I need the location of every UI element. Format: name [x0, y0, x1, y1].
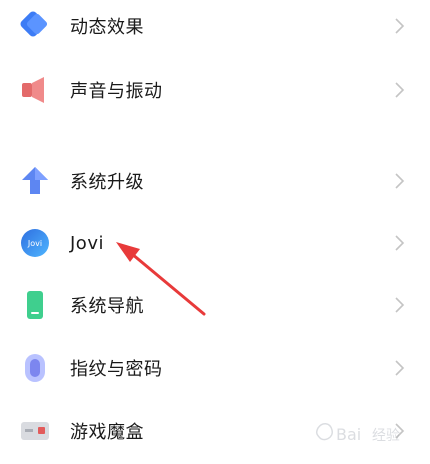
chevron-right-icon [395, 235, 405, 251]
speaker-icon [18, 73, 52, 107]
upload-arrow-icon [18, 164, 52, 198]
game-box-icon [18, 414, 52, 448]
fingerprint-icon [18, 351, 52, 385]
svg-text:经验: 经验 [372, 428, 400, 444]
svg-text:Bai: Bai [336, 425, 361, 444]
settings-item-label: 系统升级 [70, 172, 144, 193]
settings-item-label: 指纹与密码 [70, 359, 163, 380]
settings-item-label: 声音与振动 [70, 81, 163, 102]
chevron-right-icon [395, 82, 405, 98]
baidu-jingyan-watermark: Bai 经验 [315, 423, 400, 444]
settings-item-dynamic-effects[interactable]: 动态效果 [0, 0, 430, 56]
phone-icon [18, 288, 52, 322]
chevron-right-icon [395, 18, 405, 34]
settings-item-jovi[interactable]: Jovi Jovi [0, 213, 430, 273]
settings-item-system-update[interactable]: 系统升级 [0, 151, 430, 211]
settings-list: 动态效果 声音与振动 系统升级 Jovi Jovi 系统导航 指纹与密码 游戏魔… [0, 0, 430, 464]
chevron-right-icon [395, 297, 405, 313]
jovi-icon-text: Jovi [27, 239, 42, 248]
chevron-right-icon [395, 173, 405, 189]
jovi-logo-icon: Jovi [18, 226, 52, 260]
settings-item-system-navigation[interactable]: 系统导航 [0, 275, 430, 335]
chevron-right-icon [395, 360, 405, 376]
settings-item-label: 系统导航 [70, 296, 144, 317]
settings-item-fingerprint-password[interactable]: 指纹与密码 [0, 338, 430, 398]
settings-item-label: 游戏魔盒 [70, 422, 144, 443]
settings-item-label: Jovi [70, 232, 104, 254]
diamond-icon [18, 9, 52, 43]
settings-item-sound-vibration[interactable]: 声音与振动 [0, 60, 430, 120]
settings-item-label: 动态效果 [70, 17, 144, 38]
